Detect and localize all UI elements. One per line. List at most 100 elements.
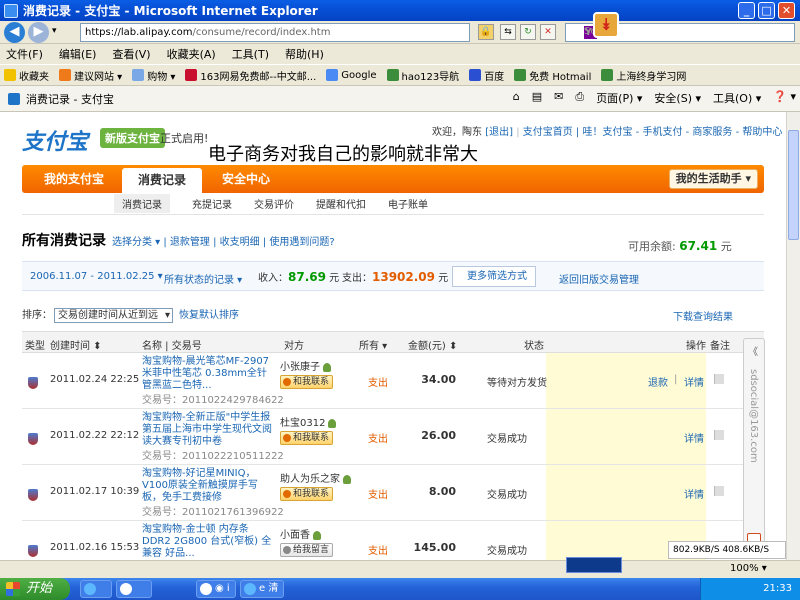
taskbar-task-1[interactable]: ◉ i — [196, 580, 236, 598]
contact-button[interactable]: 和我联系 — [280, 431, 334, 445]
menu-view[interactable]: 查看(V) — [112, 46, 150, 62]
fav-shopping[interactable]: 购物 ▾ — [132, 68, 175, 83]
contact-button[interactable]: 和我联系 — [280, 375, 334, 389]
nav-my-alipay[interactable]: 我的支付宝 — [44, 165, 104, 193]
message-button[interactable]: 给我留言 — [280, 543, 334, 557]
clock: 21:33 — [763, 583, 792, 594]
system-tray: 21:33 — [700, 578, 800, 600]
back-button[interactable]: ◀ — [4, 22, 25, 43]
taskbar-ie-quicklaunch[interactable] — [80, 580, 112, 598]
menu-edit[interactable]: 编辑(E) — [59, 46, 97, 62]
taskbar-quicklaunch-2[interactable] — [116, 580, 152, 598]
row-time: 2011.02.16 15:53 — [50, 542, 140, 553]
page-menu[interactable]: 页面(P) ▾ — [596, 90, 642, 106]
col-amount[interactable]: 金额(元) ⬍ — [408, 337, 457, 352]
site-nav-links[interactable]: 支付宝首页 | 哇！支付宝 - 手机支付 - 商家服务 - 帮助中心 — [523, 127, 783, 138]
flag-icon[interactable] — [714, 430, 724, 440]
subnav-bills[interactable]: 电子账单 — [388, 196, 428, 211]
download-results-link[interactable]: 下载查询结果 — [673, 308, 733, 323]
history-dropdown-icon[interactable]: ▾ — [52, 26, 57, 36]
tools-menu[interactable]: 工具(O) ▾ — [713, 90, 761, 106]
close-button[interactable]: ✕ — [778, 2, 795, 19]
subnav-topup[interactable]: 充提记录 — [192, 196, 232, 211]
compat-icon[interactable]: ⇆ — [500, 24, 516, 40]
flag-icon[interactable] — [714, 374, 724, 384]
taskbar-task-2[interactable]: e 清 — [240, 580, 284, 598]
vertical-scrollbar[interactable] — [786, 112, 800, 560]
scroll-thumb[interactable] — [788, 130, 799, 240]
stop-icon[interactable]: ✕ — [540, 24, 556, 40]
menu-help[interactable]: 帮助(H) — [285, 46, 324, 62]
fav-baidu[interactable]: 百度 — [469, 68, 504, 83]
status-select[interactable]: 所有状态的记录 ▾ — [164, 271, 242, 286]
lock-icon[interactable]: 🔒 — [478, 24, 494, 40]
zoom-level[interactable]: 100% ▾ — [730, 563, 767, 574]
minimize-button[interactable]: _ — [738, 2, 755, 19]
nav-security[interactable]: 安全中心 — [222, 165, 270, 193]
fav-hao123[interactable]: hao123导航 — [386, 68, 459, 83]
new-version-tail: 正式启用! — [160, 132, 209, 145]
col-direction[interactable]: 所有 ▾ — [359, 337, 387, 352]
menu-file[interactable]: 文件(F) — [6, 46, 43, 62]
side-widget[interactable]: 《 sdsocial@163.com — [743, 338, 765, 552]
nav-records[interactable]: 消费记录 — [122, 168, 202, 193]
refund-link[interactable]: 退款 — [648, 374, 668, 389]
alipay-logo[interactable]: 支付宝 — [22, 124, 88, 156]
sub-nav: 消费记录 充提记录 交易评价 提醒和代扣 电子账单 — [22, 193, 764, 215]
details-link[interactable]: 详情 — [684, 374, 704, 389]
row-name-link[interactable]: 淘宝购物-好记星MINIQ，V100原装全新触摸屏手写板，免手工费接修 — [142, 468, 272, 504]
safety-menu[interactable]: 安全(S) ▾ — [654, 90, 701, 106]
row-name-link[interactable]: 淘宝购物-全新正版"中学生报第五届上海市中学生现代文阅读大赛专刊初中卷 — [142, 412, 272, 448]
life-assistant-button[interactable]: 我的生活助手 ▾ — [668, 169, 758, 189]
hotmail-icon — [514, 69, 527, 81]
help-menu[interactable]: ❓ ▾ — [773, 90, 796, 106]
details-link[interactable]: 详情 — [684, 486, 704, 501]
collapse-icon[interactable]: 《 — [748, 343, 758, 358]
details-link[interactable]: 详情 — [684, 430, 704, 445]
col-ops: 操作 — [686, 341, 706, 352]
fav-163[interactable]: 163网易免费邮--中文邮... — [185, 68, 316, 83]
refresh-icon[interactable]: ↻ — [520, 24, 536, 40]
print-icon[interactable]: ⎙ — [575, 90, 584, 106]
forward-button[interactable]: ▶ — [28, 22, 49, 43]
row-name-link[interactable]: 淘宝购物-金士顿 内存条 DDR2 2G800 台式(窄板) 全兼容 好品... — [142, 524, 272, 560]
contact-button[interactable]: 和我联系 — [280, 487, 334, 501]
menu-favorites[interactable]: 收藏夹(A) — [167, 46, 216, 62]
more-filters-button[interactable]: 更多筛选方式 — [452, 266, 536, 287]
date-range-select[interactable]: 2006.11.07 - 2011.02.25 ▾ — [30, 271, 163, 282]
table-header: 类型 创建时间 ⬍ 名称 | 交易号 对方 所有 ▾ 金额(元) ⬍ 状态 操作… — [22, 331, 764, 353]
row-direction: 支出 — [368, 490, 388, 501]
subnav-reminders[interactable]: 提醒和代扣 — [316, 196, 366, 211]
suggested-icon — [59, 69, 71, 81]
favorites-button[interactable]: 收藏夹 — [4, 68, 49, 83]
ime-toolbar[interactable] — [566, 557, 622, 573]
fav-hotmail[interactable]: 免费 Hotmail — [514, 68, 591, 83]
row-name-link[interactable]: 淘宝购物-晨光笔芯MF-2907米菲中性笔芯 0.38mm全针管黑蓝二色特... — [142, 356, 272, 392]
menu-tools[interactable]: 工具(T) — [232, 46, 269, 62]
download-arrow-icon[interactable]: ⯯ — [593, 12, 619, 38]
start-button[interactable]: 开始 — [0, 578, 70, 600]
flag-icon[interactable] — [714, 486, 724, 496]
mail-icon[interactable]: ✉ — [554, 90, 563, 106]
table-row: 2011.02.22 22:12 淘宝购物-全新正版"中学生报第五届上海市中学生… — [22, 409, 764, 465]
feeds-icon[interactable]: ▤ — [532, 90, 542, 106]
tab-current[interactable]: 消费记录 - 支付宝 — [4, 89, 122, 110]
income-summary: 收入：87.69 元 — [258, 270, 340, 284]
fav-shanghai-learning[interactable]: 上海终身学习网 — [601, 68, 686, 83]
subnav-records[interactable]: 消费记录 — [114, 194, 170, 213]
logout-link[interactable]: [退出] — [485, 127, 513, 138]
fav-suggested-sites[interactable]: 建议网站 ▾ — [59, 68, 122, 83]
shield-icon — [28, 433, 38, 445]
old-version-link[interactable]: 返回旧版交易管理 — [559, 271, 639, 286]
home-icon[interactable]: ⌂ — [513, 90, 520, 106]
chevron-down-icon: ▾ — [164, 310, 170, 321]
subnav-reviews[interactable]: 交易评价 — [254, 196, 294, 211]
maximize-button[interactable]: □ — [758, 2, 775, 19]
reset-sort-link[interactable]: 恢复默认排序 — [179, 310, 239, 321]
sort-select[interactable]: 交易创建时间从近到远 ▾ — [54, 308, 173, 323]
heading-links[interactable]: 选择分类 ▾ | 退款管理 | 收支明细 | 使用遇到问题? — [112, 233, 335, 248]
fav-google[interactable]: Google — [326, 69, 377, 81]
col-created[interactable]: 创建时间 ⬍ — [50, 337, 102, 352]
address-input[interactable]: https://lab.alipay.com/consume/record/in… — [80, 23, 470, 42]
person-icon — [328, 418, 337, 428]
